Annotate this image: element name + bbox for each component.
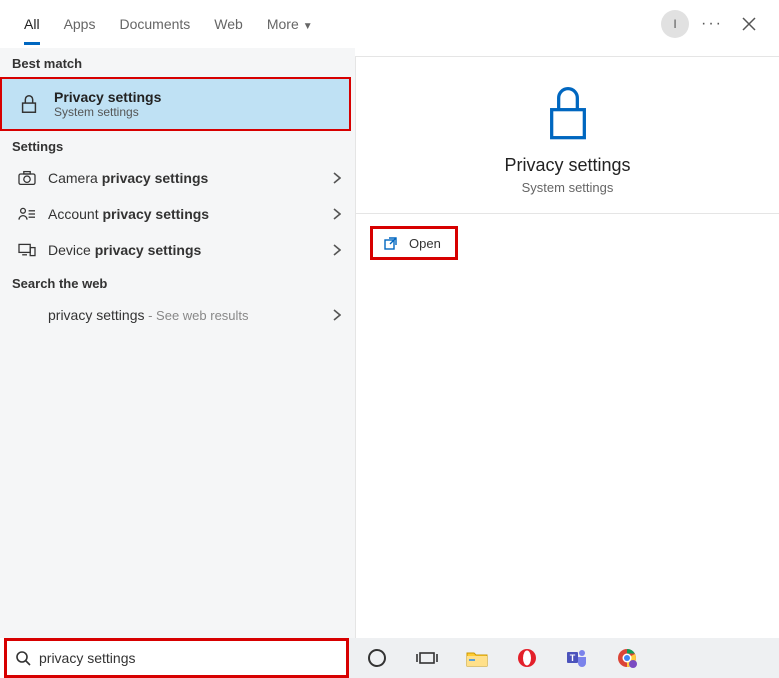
taskbar-chrome-icon[interactable] <box>615 646 639 670</box>
result-account-privacy[interactable]: Account privacy settings <box>0 196 355 232</box>
result-best-match[interactable]: Privacy settings System settings <box>0 77 351 131</box>
lock-icon <box>16 93 42 115</box>
result-label: Camera privacy settings <box>48 170 333 186</box>
section-search-web: Search the web <box>0 268 355 297</box>
preview-panel: Privacy settings System settings Open <box>355 56 779 638</box>
lock-icon <box>540 81 596 143</box>
search-box[interactable] <box>4 638 349 678</box>
chevron-down-icon: ▼ <box>303 21 313 32</box>
taskbar: T <box>349 638 779 678</box>
tab-more[interactable]: More ▼ <box>259 4 321 44</box>
preview-title: Privacy settings <box>504 155 630 176</box>
open-label: Open <box>409 236 441 251</box>
main-area: Best match Privacy settings System setti… <box>0 48 779 638</box>
result-web-search[interactable]: privacy settings - See web results <box>0 297 355 333</box>
best-match-title: Privacy settings <box>54 89 161 105</box>
tab-web[interactable]: Web <box>206 4 251 44</box>
search-tab-bar: All Apps Documents Web More ▼ I ··· <box>0 0 779 48</box>
preview-header: Privacy settings System settings <box>356 57 779 214</box>
tab-apps[interactable]: Apps <box>56 4 104 44</box>
top-right-controls: I ··· <box>661 10 771 38</box>
result-label: Account privacy settings <box>48 206 333 222</box>
chevron-right-icon <box>333 309 341 321</box>
open-icon <box>383 235 399 251</box>
results-panel: Best match Privacy settings System setti… <box>0 48 355 638</box>
section-settings: Settings <box>0 131 355 160</box>
bottom-bar: T <box>0 638 779 678</box>
taskbar-opera-icon[interactable] <box>515 646 539 670</box>
taskbar-explorer-icon[interactable] <box>465 646 489 670</box>
devices-icon <box>14 242 40 258</box>
taskbar-taskview-icon[interactable] <box>415 646 439 670</box>
result-label: Device privacy settings <box>48 242 333 258</box>
taskbar-cortana-icon[interactable] <box>365 646 389 670</box>
result-camera-privacy[interactable]: Camera privacy settings <box>0 160 355 196</box>
chevron-right-icon <box>333 172 341 184</box>
best-match-text: Privacy settings System settings <box>54 89 161 119</box>
more-options-button[interactable]: ··· <box>701 15 723 33</box>
account-icon <box>14 206 40 222</box>
close-button[interactable] <box>735 17 763 31</box>
open-button[interactable]: Open <box>370 226 458 260</box>
section-best-match: Best match <box>0 48 355 77</box>
chevron-right-icon <box>333 208 341 220</box>
result-device-privacy[interactable]: Device privacy settings <box>0 232 355 268</box>
taskbar-teams-icon[interactable]: T <box>565 646 589 670</box>
svg-text:T: T <box>570 653 576 663</box>
search-input[interactable] <box>39 650 338 666</box>
tab-all[interactable]: All <box>16 4 48 44</box>
best-match-subtitle: System settings <box>54 105 161 119</box>
close-icon <box>742 17 756 31</box>
user-avatar[interactable]: I <box>661 10 689 38</box>
camera-icon <box>14 170 40 186</box>
tab-more-label: More <box>267 16 299 32</box>
tab-documents[interactable]: Documents <box>111 4 198 44</box>
search-icon <box>15 650 31 666</box>
tabs: All Apps Documents Web More ▼ <box>8 4 321 44</box>
preview-subtitle: System settings <box>522 180 614 195</box>
chevron-right-icon <box>333 244 341 256</box>
web-result-label: privacy settings - See web results <box>48 307 333 323</box>
